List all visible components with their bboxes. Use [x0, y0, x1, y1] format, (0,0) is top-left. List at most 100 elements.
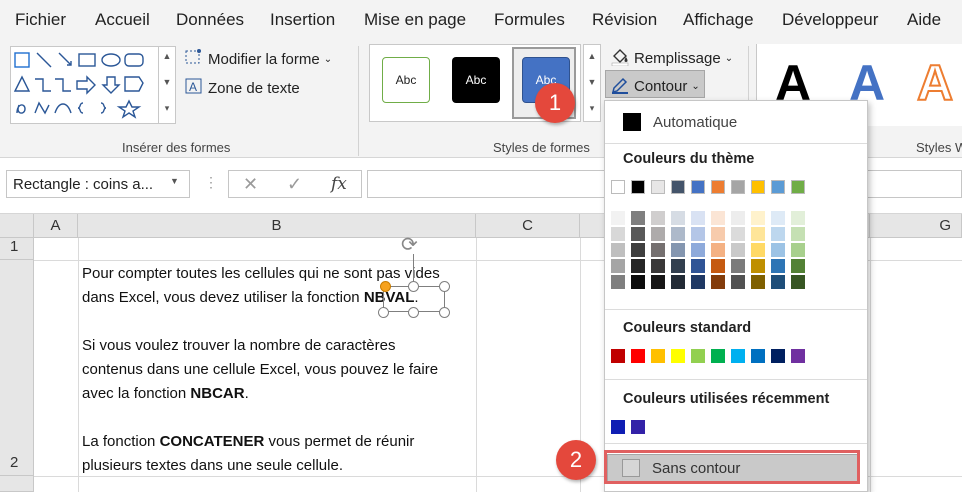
standard-color-swatch[interactable]: [691, 349, 705, 363]
drag-handle-icon[interactable]: ⋮: [204, 174, 218, 191]
theme-color-swatch[interactable]: [611, 180, 625, 194]
theme-shade-swatch[interactable]: [731, 259, 745, 273]
standard-color-swatch[interactable]: [751, 349, 765, 363]
theme-shade-swatch[interactable]: [791, 227, 805, 241]
resize-handle[interactable]: [439, 281, 450, 292]
theme-color-swatch[interactable]: [671, 180, 685, 194]
theme-shade-swatch[interactable]: [691, 211, 705, 225]
text-box-button[interactable]: A Zone de texte: [184, 77, 300, 99]
chevron-up-icon[interactable]: ▲: [159, 51, 175, 61]
cancel-icon[interactable]: ✕: [243, 174, 258, 195]
menu-accueil[interactable]: Accueil: [95, 10, 150, 30]
theme-shade-swatch[interactable]: [751, 259, 765, 273]
column-header-c[interactable]: C: [476, 214, 580, 238]
row-header-3[interactable]: [0, 476, 34, 492]
theme-shade-swatch[interactable]: [731, 243, 745, 257]
resize-handle[interactable]: [408, 281, 419, 292]
theme-color-swatch[interactable]: [651, 180, 665, 194]
more-icon[interactable]: ▾: [159, 103, 175, 114]
theme-shade-swatch[interactable]: [671, 227, 685, 241]
theme-shade-swatch[interactable]: [611, 259, 625, 273]
standard-color-swatch[interactable]: [611, 349, 625, 363]
theme-shade-swatch[interactable]: [631, 259, 645, 273]
theme-color-swatch[interactable]: [731, 180, 745, 194]
recent-color-swatch[interactable]: [631, 420, 645, 434]
theme-shade-swatch[interactable]: [711, 227, 725, 241]
shape-style-outline-green[interactable]: Abc: [382, 57, 430, 103]
chevron-down-icon[interactable]: ▼: [584, 77, 600, 87]
select-all-corner[interactable]: [0, 214, 34, 238]
theme-shade-swatch[interactable]: [751, 211, 765, 225]
theme-shade-swatch[interactable]: [671, 259, 685, 273]
theme-shade-swatch[interactable]: [711, 275, 725, 289]
theme-color-swatch[interactable]: [631, 180, 645, 194]
column-header-g[interactable]: G: [870, 214, 962, 238]
theme-shade-swatch[interactable]: [611, 211, 625, 225]
theme-shade-swatch[interactable]: [651, 211, 665, 225]
menu-revision[interactable]: Révision: [592, 10, 657, 30]
theme-shade-swatch[interactable]: [671, 243, 685, 257]
automatic-color-option[interactable]: Automatique: [623, 113, 737, 131]
chevron-down-icon[interactable]: ▼: [159, 77, 175, 87]
menu-donnees[interactable]: Données: [176, 10, 244, 30]
menu-affichage[interactable]: Affichage: [683, 10, 754, 30]
standard-color-swatch[interactable]: [771, 349, 785, 363]
menu-aide[interactable]: Aide: [907, 10, 941, 30]
theme-shade-swatch[interactable]: [791, 211, 805, 225]
theme-shade-swatch[interactable]: [791, 243, 805, 257]
fill-button[interactable]: Remplissage ⌄: [610, 46, 733, 70]
theme-shade-swatch[interactable]: [751, 275, 765, 289]
theme-shade-swatch[interactable]: [631, 275, 645, 289]
theme-shade-swatch[interactable]: [731, 275, 745, 289]
theme-shade-swatch[interactable]: [711, 243, 725, 257]
theme-shade-swatch[interactable]: [691, 243, 705, 257]
standard-color-swatch[interactable]: [731, 349, 745, 363]
theme-shade-swatch[interactable]: [671, 211, 685, 225]
theme-shade-swatch[interactable]: [651, 275, 665, 289]
modify-shape-button[interactable]: Modifier la forme ⌄: [184, 48, 332, 70]
menu-developpeur[interactable]: Développeur: [782, 10, 878, 30]
theme-shade-swatch[interactable]: [631, 227, 645, 241]
standard-color-swatch[interactable]: [671, 349, 685, 363]
theme-shade-swatch[interactable]: [631, 211, 645, 225]
outline-button[interactable]: Contour ⌄: [610, 74, 700, 98]
theme-shade-swatch[interactable]: [691, 275, 705, 289]
check-icon[interactable]: ✓: [287, 174, 302, 195]
adjust-handle[interactable]: [380, 281, 391, 292]
theme-shade-swatch[interactable]: [651, 243, 665, 257]
theme-shade-swatch[interactable]: [611, 275, 625, 289]
theme-color-swatch[interactable]: [711, 180, 725, 194]
theme-shade-swatch[interactable]: [751, 243, 765, 257]
theme-color-swatch[interactable]: [791, 180, 805, 194]
menu-insertion[interactable]: Insertion: [270, 10, 335, 30]
standard-color-swatch[interactable]: [651, 349, 665, 363]
theme-shade-swatch[interactable]: [691, 259, 705, 273]
theme-shade-swatch[interactable]: [611, 227, 625, 241]
theme-shade-swatch[interactable]: [671, 275, 685, 289]
shapes-gallery-scroll[interactable]: ▲ ▼ ▾: [158, 46, 176, 124]
resize-handle[interactable]: [408, 307, 419, 318]
wordart-style-orange-outline[interactable]: A: [916, 54, 954, 112]
theme-shade-swatch[interactable]: [631, 243, 645, 257]
theme-shade-swatch[interactable]: [651, 259, 665, 273]
theme-color-swatch[interactable]: [691, 180, 705, 194]
column-header-a[interactable]: A: [34, 214, 78, 238]
resize-handle[interactable]: [378, 307, 389, 318]
more-icon[interactable]: ▾: [584, 103, 600, 114]
shapes-gallery[interactable]: [10, 46, 160, 124]
menu-fichier[interactable]: Fichier: [15, 10, 66, 30]
chevron-up-icon[interactable]: ▲: [584, 51, 600, 61]
shape-style-black-fill[interactable]: Abc: [452, 57, 500, 103]
theme-shade-swatch[interactable]: [711, 211, 725, 225]
theme-shade-swatch[interactable]: [731, 211, 745, 225]
theme-color-swatch[interactable]: [771, 180, 785, 194]
standard-color-swatch[interactable]: [631, 349, 645, 363]
theme-shade-swatch[interactable]: [711, 259, 725, 273]
theme-shade-swatch[interactable]: [771, 243, 785, 257]
standard-color-swatch[interactable]: [711, 349, 725, 363]
resize-handle[interactable]: [439, 307, 450, 318]
name-box[interactable]: Rectangle : coins a...: [6, 170, 190, 198]
row-header-1[interactable]: 1: [0, 238, 34, 260]
rotate-handle-icon[interactable]: ⟳: [401, 232, 418, 257]
theme-shade-swatch[interactable]: [771, 275, 785, 289]
